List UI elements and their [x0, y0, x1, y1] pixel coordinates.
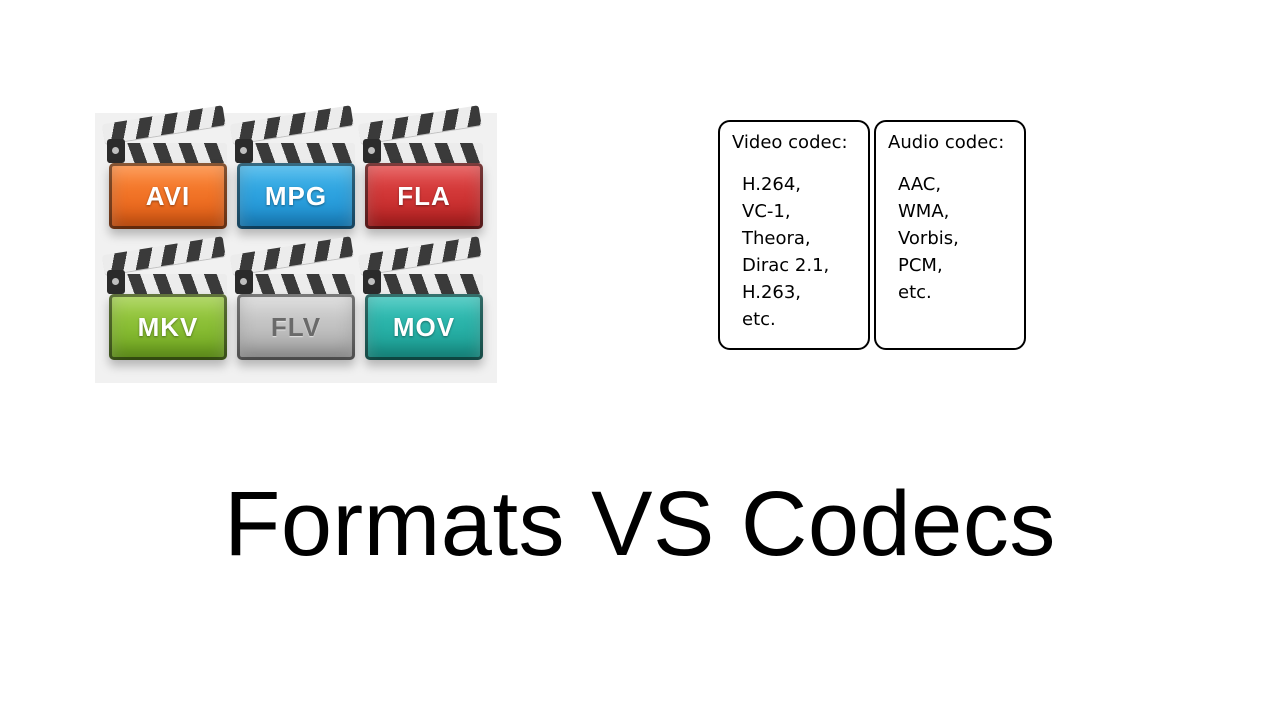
format-mkv: MKV	[109, 264, 227, 364]
codecs-panel: Video codec: H.264, VC-1, Theora, Dirac …	[718, 120, 1026, 350]
audio-codec-list: AAC, WMA, Vorbis, PCM, etc.	[888, 171, 1012, 306]
clapper-bar-icon	[365, 274, 483, 294]
format-mpg: MPG	[237, 133, 355, 233]
clapper-hinge-icon	[363, 139, 381, 163]
clapper-bar-icon	[365, 143, 483, 163]
clapper-bar-icon	[109, 143, 227, 163]
format-board: AVI	[109, 163, 227, 229]
format-board: MKV	[109, 294, 227, 360]
clapper-hinge-icon	[107, 270, 125, 294]
headline-text: Formats VS Codecs	[0, 472, 1280, 577]
format-label: AVI	[146, 181, 190, 212]
clapper-hinge-icon	[235, 139, 253, 163]
format-fla: FLA	[365, 133, 483, 233]
format-mov: MOV	[365, 264, 483, 364]
format-label: MOV	[393, 312, 455, 343]
clapper-bar-icon	[237, 143, 355, 163]
format-board: FLV	[237, 294, 355, 360]
clapper-bar-icon	[237, 274, 355, 294]
clapper-bar-icon	[109, 274, 227, 294]
format-label: FLV	[271, 312, 321, 343]
formats-grid: AVI MPG FLA MKV FLV	[95, 113, 497, 383]
clapper-hinge-icon	[363, 270, 381, 294]
audio-codec-title: Audio codec:	[888, 132, 1012, 153]
clapper-hinge-icon	[107, 139, 125, 163]
format-flv: FLV	[237, 264, 355, 364]
audio-codec-box: Audio codec: AAC, WMA, Vorbis, PCM, etc.	[874, 120, 1026, 350]
clapper-hinge-icon	[235, 270, 253, 294]
format-board: FLA	[365, 163, 483, 229]
format-label: MKV	[138, 312, 199, 343]
format-avi: AVI	[109, 133, 227, 233]
video-codec-list: H.264, VC-1, Theora, Dirac 2.1, H.263, e…	[732, 171, 856, 333]
format-label: FLA	[397, 181, 451, 212]
video-codec-title: Video codec:	[732, 132, 856, 153]
video-codec-box: Video codec: H.264, VC-1, Theora, Dirac …	[718, 120, 870, 350]
format-board: MOV	[365, 294, 483, 360]
format-label: MPG	[265, 181, 327, 212]
format-board: MPG	[237, 163, 355, 229]
